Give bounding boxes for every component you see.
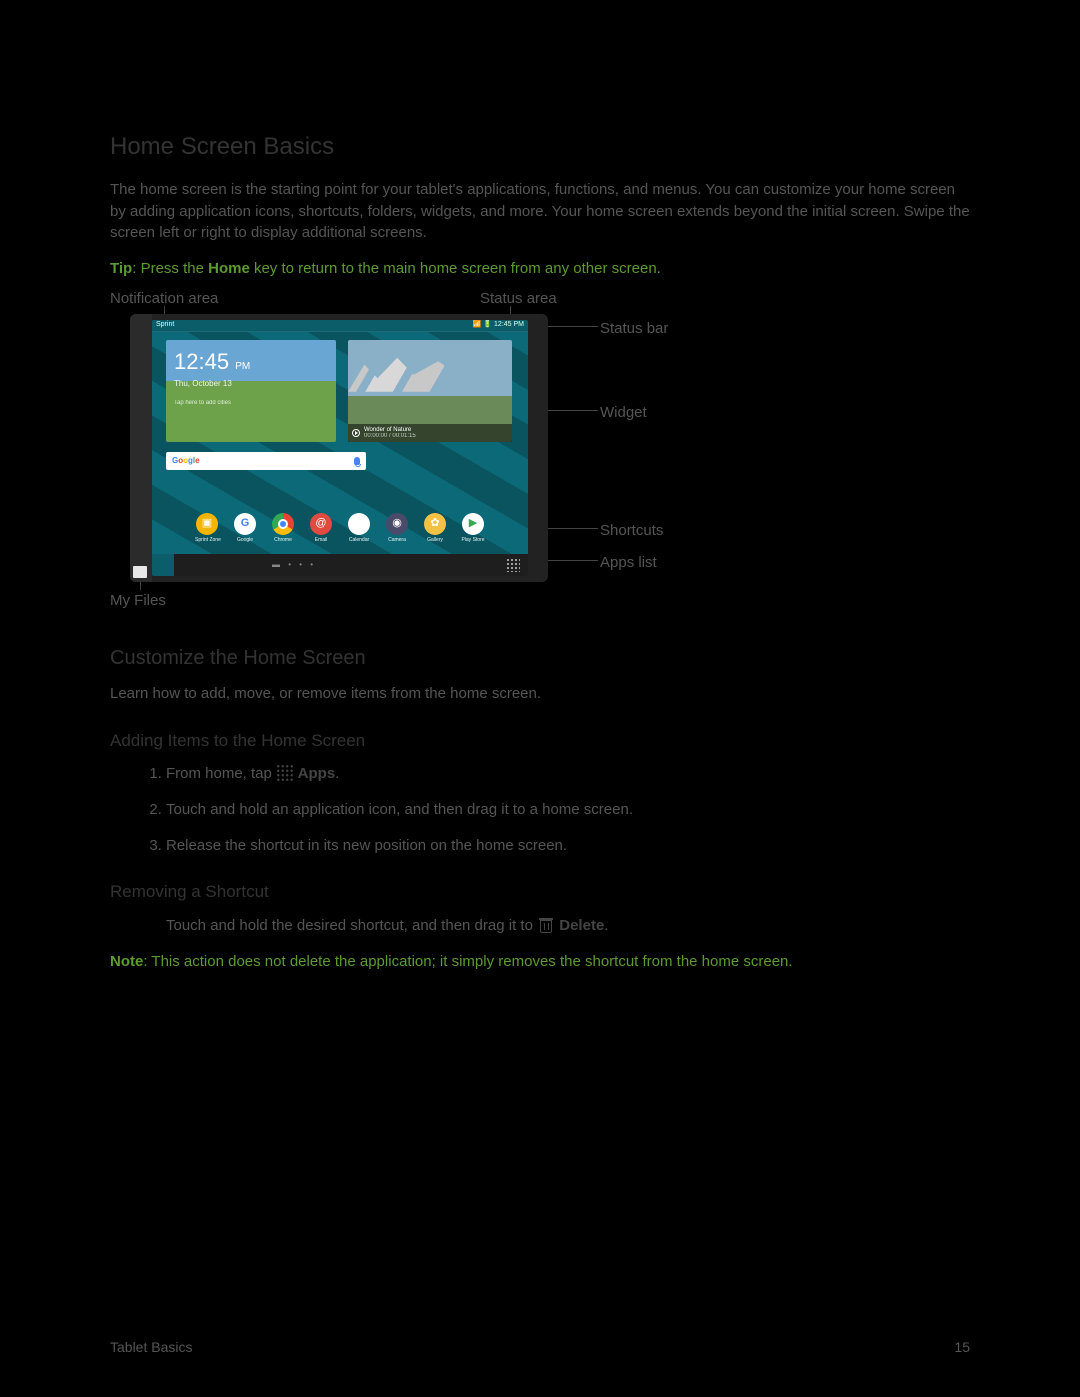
google-logo-icon: Google	[172, 455, 200, 467]
app-label: Sprint Zone	[195, 537, 219, 544]
tip-sep: : Press the	[132, 260, 208, 277]
app-play-store[interactable]: ▶ Play Store	[461, 513, 485, 544]
app-label: Google	[233, 537, 257, 544]
home-screen-diagram: Notification area Status area Status bar…	[110, 294, 700, 614]
mountain-graphic	[348, 358, 512, 392]
footer-section: Tablet Basics	[110, 1337, 192, 1357]
delete-label: Delete	[555, 917, 604, 934]
app-sprint-zone[interactable]: ▣ Sprint Zone	[195, 513, 219, 544]
note-label: Note	[110, 953, 143, 970]
clock-hint[interactable]: Tap here to add cities	[166, 389, 336, 418]
clock-ampm: PM	[235, 361, 250, 372]
play-store-icon: ▶	[462, 513, 484, 535]
callout-apps-list: Apps list	[600, 552, 657, 574]
trash-icon	[539, 917, 553, 933]
clock-date: Thu, October 13	[166, 378, 336, 390]
app-label: Play Store	[461, 537, 485, 544]
email-icon: @	[310, 513, 332, 535]
status-time: 12:45 PM	[494, 321, 524, 328]
add-step-1: From home, tap Apps.	[166, 763, 970, 785]
tip-label: Tip	[110, 260, 132, 277]
calendar-icon: 31	[348, 513, 370, 535]
tablet-left-bar	[130, 314, 152, 582]
app-label: Gallery	[423, 537, 447, 544]
app-dock: ▣ Sprint Zone G Google Chrome @ Email 31 Cal…	[152, 504, 528, 554]
footer-page-number: 15	[954, 1337, 970, 1357]
heading-home-screen-basics: Home Screen Basics	[110, 130, 970, 165]
app-label: Email	[309, 537, 333, 544]
apps-grid-inline-icon	[276, 764, 294, 782]
sprint-zone-icon: ▣	[196, 513, 218, 535]
chrome-icon	[272, 513, 294, 535]
app-email[interactable]: @ Email	[309, 513, 333, 544]
tablet-frame: Sprint 📶 🔋 12:45 PM 12:45 PM Thu, Octobe…	[130, 314, 548, 582]
heading-add-items: Adding Items to the Home Screen	[110, 729, 970, 754]
app-chrome[interactable]: Chrome	[271, 513, 295, 544]
add-steps-list: From home, tap Apps. Touch and hold an a…	[166, 763, 970, 856]
heading-remove-shortcut: Removing a Shortcut	[110, 880, 970, 905]
tip-home-key: Home	[208, 260, 250, 277]
lead-status-bar	[548, 326, 598, 327]
remove-pre: Touch and hold the desired shortcut, and…	[166, 917, 537, 934]
lead-shortcuts	[542, 528, 598, 529]
status-clock: 📶 🔋 12:45 PM	[473, 320, 524, 330]
step1-pre: From home, tap	[166, 765, 276, 782]
clock-widget[interactable]: 12:45 PM Thu, October 13 Tap here to add…	[166, 340, 336, 442]
my-files-icon[interactable]	[133, 566, 147, 578]
note-line: Note: This action does not delete the ap…	[110, 951, 970, 973]
app-camera[interactable]: ◉ Camera	[385, 513, 409, 544]
callout-my-files: My Files	[110, 590, 166, 612]
app-google[interactable]: G Google	[233, 513, 257, 544]
photo-widget[interactable]: Wonder of Nature 00:00:00 / 00:01:15	[348, 340, 512, 442]
tablet-screen: Sprint 📶 🔋 12:45 PM 12:45 PM Thu, Octobe…	[152, 320, 528, 576]
callout-status-bar: Status bar	[600, 318, 668, 340]
callout-status-area: Status area	[480, 288, 557, 310]
callout-widget: Widget	[600, 402, 647, 424]
mic-icon[interactable]	[354, 457, 360, 465]
callout-shortcuts: Shortcuts	[600, 520, 663, 542]
google-icon: G	[234, 513, 256, 535]
app-label: Chrome	[271, 537, 295, 544]
lead-widget	[548, 410, 598, 411]
remove-body: Touch and hold the desired shortcut, and…	[166, 915, 970, 937]
app-label: Calendar	[347, 537, 371, 544]
app-gallery[interactable]: ✿ Gallery	[423, 513, 447, 544]
photo-time: 00:00:00 / 00:01:15	[364, 433, 416, 439]
apps-grid-icon[interactable]	[506, 558, 520, 572]
add-step-3: Release the shortcut in its new position…	[166, 835, 970, 857]
tip-rest: key to return to the main home screen fr…	[250, 260, 661, 277]
heading-customize: Customize the Home Screen	[110, 644, 970, 673]
add-step-2: Touch and hold an application icon, and …	[166, 799, 970, 821]
google-search-bar[interactable]: Google	[166, 452, 366, 470]
page-footer: Tablet Basics 15	[110, 1337, 970, 1357]
play-icon[interactable]	[352, 429, 360, 437]
app-calendar[interactable]: 31 Calendar	[347, 513, 371, 544]
page-indicator[interactable]: ▬ • • •	[272, 559, 316, 571]
gallery-icon: ✿	[424, 513, 446, 535]
camera-icon: ◉	[386, 513, 408, 535]
app-label: Camera	[385, 537, 409, 544]
status-bar: Sprint 📶 🔋 12:45 PM	[152, 320, 528, 332]
lead-apps-list	[548, 560, 598, 561]
intro-paragraph: The home screen is the starting point fo…	[110, 179, 970, 244]
tip-line: Tip: Press the Home key to return to the…	[110, 258, 970, 280]
clock-time: 12:45	[174, 349, 229, 374]
step1-apps-label: Apps	[294, 765, 335, 782]
carrier-label: Sprint	[156, 320, 174, 330]
nav-bar: ▬ • • •	[174, 554, 528, 576]
customize-intro: Learn how to add, move, or remove items …	[110, 683, 970, 705]
note-rest: : This action does not delete the applic…	[143, 953, 792, 970]
